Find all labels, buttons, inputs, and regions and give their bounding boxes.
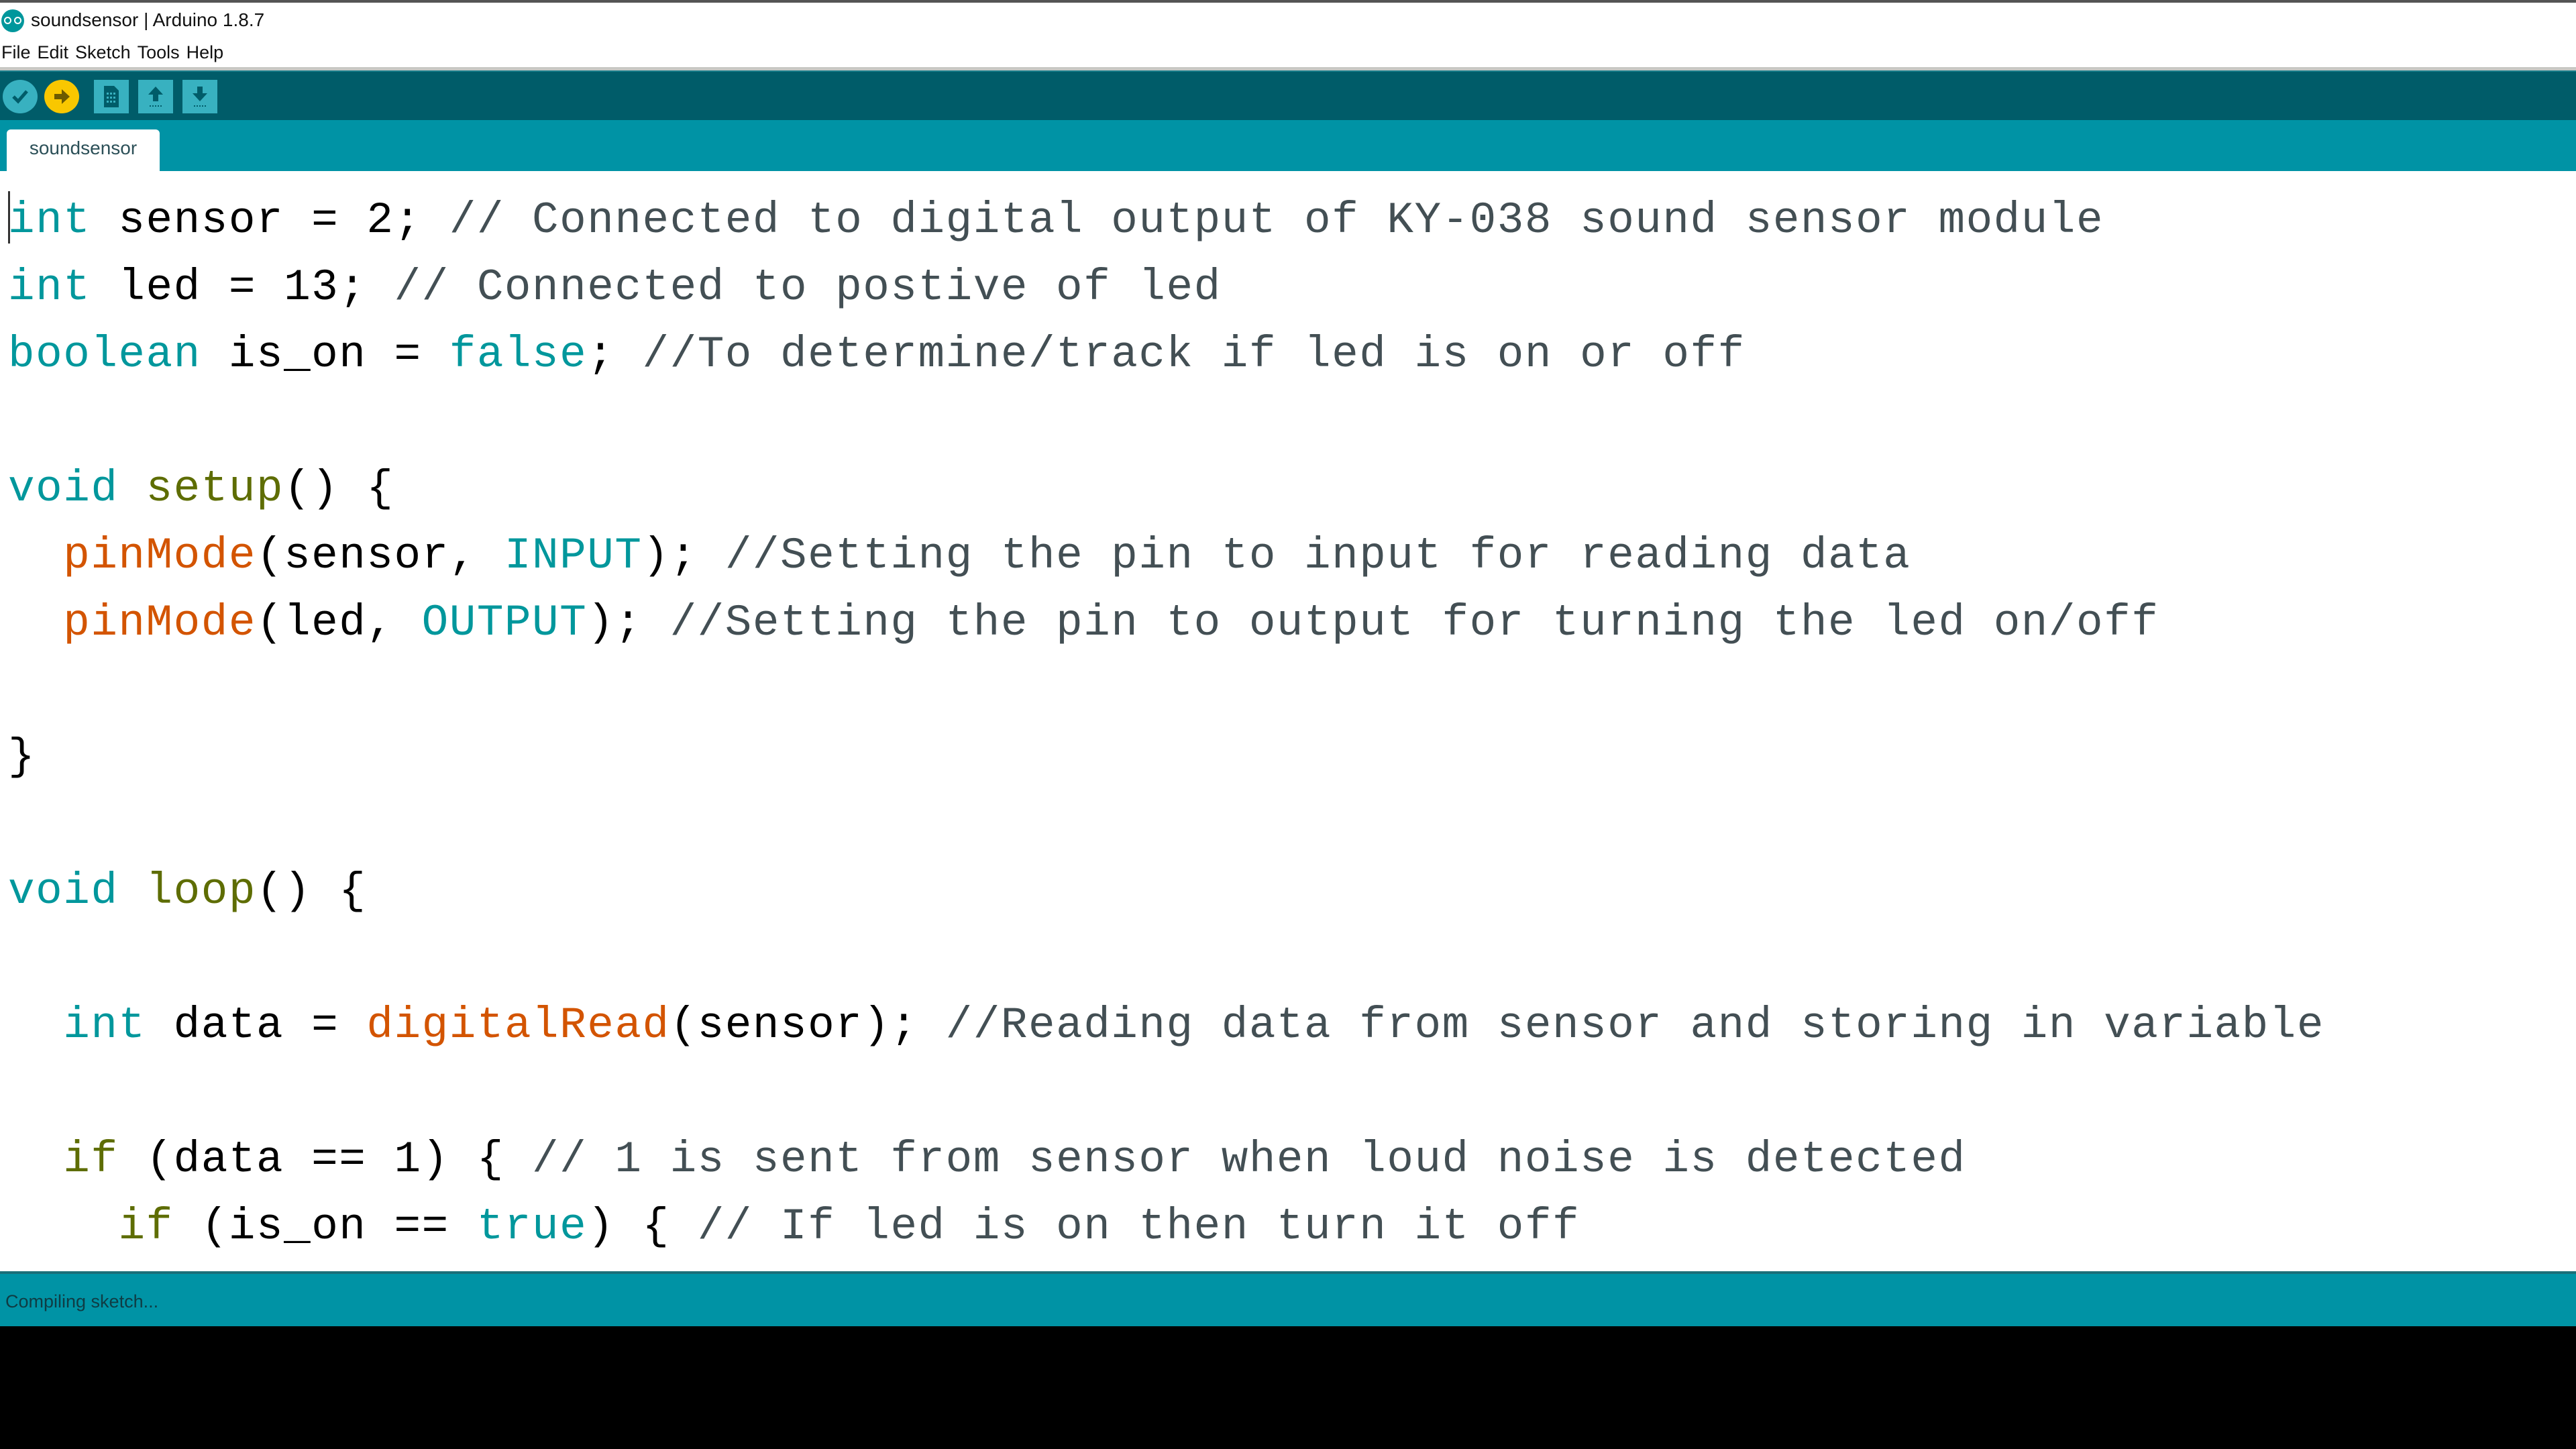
keyword-token: boolean	[8, 329, 201, 380]
checkmark-icon	[12, 90, 28, 104]
arrow-up-icon	[148, 87, 163, 107]
tab-bar: soundsensor	[0, 120, 2576, 171]
comment-token: // 1 is sent from sensor when loud noise…	[532, 1134, 1966, 1185]
structure-token: setup	[146, 464, 284, 514]
comment-token: //Setting the pin to output for turning …	[669, 598, 2159, 648]
arrow-down-icon	[193, 87, 207, 107]
keyword-token: int	[63, 1000, 146, 1051]
code-token: ;	[587, 329, 643, 380]
code-token: is_on =	[201, 329, 449, 380]
upload-button[interactable]	[44, 80, 79, 113]
status-message: Compiling sketch...	[5, 1291, 159, 1311]
code-line: if (is_on == true) { // If led is on the…	[8, 1193, 2324, 1260]
structure-token: if	[118, 1201, 174, 1252]
code-token: data =	[146, 1000, 367, 1051]
code-line: int led = 13; // Connected to postive of…	[8, 254, 2324, 321]
tab-soundsensor[interactable]: soundsensor	[7, 129, 160, 171]
save-button[interactable]	[182, 80, 217, 113]
comment-token: // Connected to digital output of KY-038…	[449, 195, 2104, 246]
code-line: int sensor = 2; // Connected to digital …	[8, 187, 2324, 254]
code-line: void loop() {	[8, 858, 2324, 925]
menu-tools[interactable]: Tools	[135, 39, 184, 66]
code-line: pinMode(sensor, INPUT); //Setting the pi…	[8, 523, 2324, 590]
comment-token: // Connected to postive of led	[394, 262, 1222, 313]
open-button[interactable]	[138, 80, 173, 113]
code-line: pinMode(led, OUTPUT); //Setting the pin …	[8, 590, 2324, 657]
console-output	[0, 1326, 2576, 1449]
structure-token: if	[63, 1134, 119, 1185]
code-editor[interactable]: int sensor = 2; // Connected to digital …	[0, 171, 2576, 1271]
code-token: () {	[256, 866, 367, 916]
code-token: );	[587, 598, 670, 648]
code-text[interactable]: int sensor = 2; // Connected to digital …	[8, 187, 2324, 1260]
comment-token: //To determine/track if led is on or off	[642, 329, 1746, 380]
code-line: }	[8, 724, 2324, 791]
code-token: sensor = 2;	[91, 195, 449, 246]
comment-token: //Reading data from sensor and storing i…	[945, 1000, 2324, 1051]
keyword-token: int	[8, 195, 91, 246]
code-line: int data = digitalRead(sensor); //Readin…	[8, 992, 2324, 1059]
new-file-icon	[104, 86, 119, 107]
keyword-token: INPUT	[504, 531, 643, 581]
arrow-right-icon	[54, 89, 70, 104]
code-token: (sensor);	[669, 1000, 946, 1051]
menu-edit[interactable]: Edit	[35, 39, 73, 66]
verify-button[interactable]	[3, 80, 38, 113]
menu-sketch[interactable]: Sketch	[72, 39, 135, 66]
keyword-token: int	[8, 262, 91, 313]
keyword-token: true	[476, 1201, 588, 1252]
code-token: (is_on ==	[173, 1201, 477, 1252]
code-token: }	[8, 732, 36, 782]
code-token: () {	[284, 464, 394, 514]
menu-file[interactable]: File	[0, 39, 35, 66]
code-line: void setup() {	[8, 455, 2324, 523]
code-token: led = 13;	[91, 262, 394, 313]
keyword-token: false	[449, 329, 588, 380]
code-line: if (data == 1) { // 1 is sent from senso…	[8, 1126, 2324, 1193]
keyword-token: void	[8, 866, 119, 916]
comment-token: // If led is on then turn it off	[697, 1201, 1580, 1252]
structure-token: loop	[146, 866, 256, 916]
arduino-logo-icon	[1, 9, 24, 32]
keyword-token: OUTPUT	[421, 598, 588, 648]
keyword-token: void	[8, 464, 119, 514]
menu-help[interactable]: Help	[184, 39, 228, 66]
code-token: );	[642, 531, 725, 581]
comment-token: //Setting the pin to input for reading d…	[724, 531, 1911, 581]
code-token: (led,	[256, 598, 422, 648]
function-token: pinMode	[63, 531, 256, 581]
code-token: (data == 1) {	[118, 1134, 533, 1185]
toolbar	[0, 70, 2576, 120]
menu-bar: File Edit Sketch Tools Help	[0, 39, 2576, 70]
code-token: (sensor,	[256, 531, 504, 581]
window-title: soundsensor | Arduino 1.8.7	[31, 9, 265, 30]
title-bar: soundsensor | Arduino 1.8.7	[0, 0, 2576, 39]
code-line: boolean is_on = false; //To determine/tr…	[8, 321, 2324, 388]
code-token: ) {	[587, 1201, 698, 1252]
new-button[interactable]	[94, 80, 129, 113]
function-token: pinMode	[63, 598, 256, 648]
function-token: digitalRead	[366, 1000, 670, 1051]
status-bar: Compiling sketch...	[0, 1271, 2576, 1326]
